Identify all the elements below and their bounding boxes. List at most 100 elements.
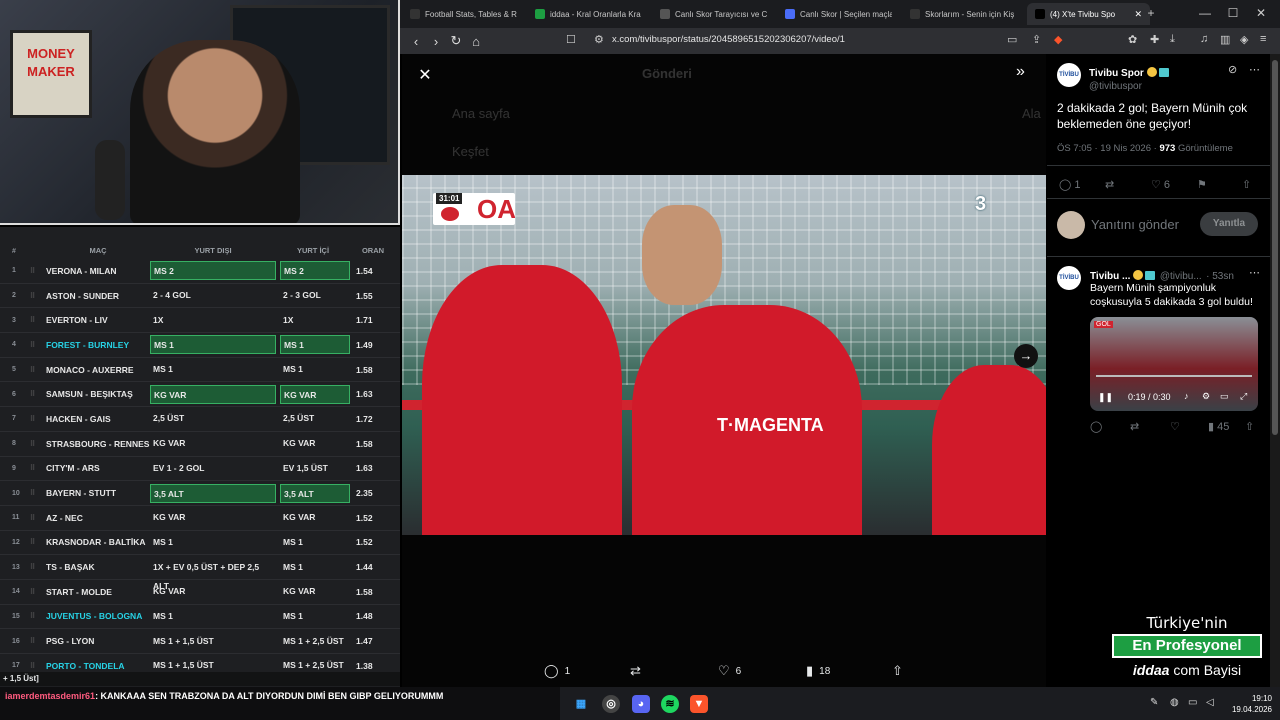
next-arrow-icon[interactable]: → xyxy=(1014,344,1038,368)
table-row[interactable]: 15 ⠿ JUVENTUS - BOLOGNA MS 1 MS 1 1.48 xyxy=(0,605,400,630)
table-row[interactable]: 6 ⠿ SAMSUN - BEŞIKTAŞ KG VAR KG VAR 1.63 xyxy=(0,382,400,408)
close-window-icon[interactable]: ✕ xyxy=(1252,6,1270,20)
drag-handle-icon[interactable]: ⠿ xyxy=(30,267,46,275)
yurt-disi-cell[interactable]: 3,5 ALT xyxy=(150,483,276,503)
tab-iddaa[interactable]: iddaa - Kral Oranlarla Kra xyxy=(527,3,650,25)
match-cell[interactable]: BAYERN - STUTT xyxy=(46,488,150,498)
yurt-disi-cell[interactable]: KG VAR xyxy=(150,582,276,601)
drag-handle-icon[interactable]: ⠿ xyxy=(30,464,46,472)
music-icon[interactable]: ♫ xyxy=(1200,33,1208,45)
match-cell[interactable]: KRASNODAR - BALTİKA xyxy=(46,537,150,547)
table-row[interactable]: 2 ⠿ ASTON - SUNDER 2 - 4 GOL 2 - 3 GOL 1.55 xyxy=(0,284,400,309)
site-info-icon[interactable]: ⚙ xyxy=(594,33,604,46)
yurt-disi-cell[interactable]: EV 1 - 2 GOL xyxy=(150,459,276,478)
match-cell[interactable]: JUVENTUS - BOLOGNA xyxy=(46,611,150,621)
drag-handle-icon[interactable]: ⠿ xyxy=(30,390,46,398)
pip-icon[interactable]: ▭ xyxy=(1220,391,1229,402)
yurt-disi-cell[interactable]: MS 1 xyxy=(150,533,276,552)
discord-icon[interactable]: ◕ xyxy=(632,695,650,713)
drag-handle-icon[interactable]: ⠿ xyxy=(30,514,46,522)
tweet-reply-button[interactable]: ◯ 1 xyxy=(1059,178,1081,191)
table-row[interactable]: 5 ⠿ MONACO - AUXERRE MS 1 MS 1 1.58 xyxy=(0,358,400,383)
drag-handle-icon[interactable]: ⠿ xyxy=(30,588,46,596)
yurt-disi-cell[interactable]: MS 1 + 1,5 ÜST xyxy=(150,632,276,651)
oran-cell[interactable]: 1.55 xyxy=(356,291,396,301)
drag-handle-icon[interactable]: ⠿ xyxy=(30,538,46,546)
menu-icon[interactable]: ≡ xyxy=(1260,33,1266,45)
tweet-repost-button[interactable]: ⇄ xyxy=(1105,178,1114,191)
like-action[interactable]: ♡ 6 xyxy=(718,663,741,679)
oran-cell[interactable]: 1.52 xyxy=(356,537,396,547)
tab-skorlarim[interactable]: Skorlarım - Senin için Kiş xyxy=(902,3,1025,25)
oran-cell[interactable]: 1.58 xyxy=(356,439,396,449)
yurt-ici-cell[interactable]: 3,5 ALT xyxy=(280,483,350,503)
tab-canli-skor[interactable]: Canlı Skor | Seçilen maçla xyxy=(777,3,900,25)
table-row[interactable]: 13 ⠿ TS - BAŞAK 1X + EV 0,5 ÜST + DEP 2,5 A… xyxy=(0,555,400,591)
yurt-disi-cell[interactable]: 2,5 ÜST xyxy=(150,409,276,428)
vpn-icon[interactable]: ◈ xyxy=(1240,33,1248,46)
oran-cell[interactable]: 1.71 xyxy=(356,315,396,325)
yurt-disi-cell[interactable]: 1X + EV 0,5 ÜST + DEP 2,5 ALT xyxy=(150,558,276,591)
match-cell[interactable]: STRASBOURG - RENNES xyxy=(46,439,150,449)
more-icon[interactable]: ⋯ xyxy=(1249,63,1260,76)
yurt-ici-cell[interactable]: 2 - 3 GOL xyxy=(280,286,350,305)
tweet-share-button[interactable]: ⇧ xyxy=(1242,178,1251,191)
views-action[interactable]: ▮ 18 xyxy=(806,663,830,679)
tweet-author[interactable]: Tivibu Spor @tivibuspor xyxy=(1089,63,1169,92)
reply2-repost-button[interactable]: ⇄ xyxy=(1130,420,1139,433)
tweet-like-button[interactable]: ♡ 6 xyxy=(1151,178,1170,191)
table-row[interactable]: 14 ⠿ START - MOLDE KG VAR KG VAR 1.58 xyxy=(0,580,400,605)
drag-handle-icon[interactable]: ⠿ xyxy=(30,292,46,300)
volume-icon[interactable]: ♪ xyxy=(1184,391,1189,401)
tivibu-avatar[interactable]: TİVİBU xyxy=(1057,63,1081,87)
reply2-share-button[interactable]: ⇧ xyxy=(1245,420,1254,433)
match-cell[interactable]: MONACO - AUXERRE xyxy=(46,365,150,375)
repost-action[interactable]: ⇄ xyxy=(630,663,641,679)
speaker-icon[interactable]: ◁ xyxy=(1206,697,1214,708)
table-row[interactable]: 16 ⠿ PSG - LYON MS 1 + 1,5 ÜST MS 1 + 2,5 ÜS… xyxy=(0,629,400,654)
yurt-ici-cell[interactable]: MS 1 xyxy=(280,607,350,626)
brave-shield-icon[interactable]: ◆ xyxy=(1054,33,1062,46)
download-icon[interactable]: ⤓ xyxy=(1170,33,1175,46)
oran-cell[interactable]: 1.72 xyxy=(356,414,396,424)
maximize-icon[interactable]: ☐ xyxy=(1224,6,1242,20)
collapse-panel-icon[interactable]: » xyxy=(1016,63,1025,81)
address-bar[interactable]: x.com/tivibuspor/status/2045896515202306… xyxy=(612,34,845,45)
reply-more-icon[interactable]: ⋯ xyxy=(1249,266,1260,279)
yurt-ici-cell[interactable]: KG VAR xyxy=(280,508,350,527)
panel-scroll-thumb[interactable] xyxy=(1272,60,1278,435)
reply-button[interactable]: Yanıtla xyxy=(1200,212,1258,236)
oran-cell[interactable]: 1.44 xyxy=(356,562,396,572)
reply-input[interactable]: Yanıtını gönder xyxy=(1091,217,1179,232)
yurt-disi-cell[interactable]: 2 - 4 GOL xyxy=(150,286,276,305)
table-row[interactable]: 11 ⠿ AZ - NEC KG VAR KG VAR 1.52 xyxy=(0,506,400,531)
yurt-disi-cell[interactable]: KG VAR xyxy=(150,508,276,527)
spotify-icon[interactable]: ≋ xyxy=(661,695,679,713)
reload-icon[interactable]: ↻ xyxy=(446,33,466,49)
back-icon[interactable]: ‹ xyxy=(406,34,426,49)
oran-cell[interactable]: 1.48 xyxy=(356,611,396,621)
match-cell[interactable]: SAMSUN - BEŞIKTAŞ xyxy=(46,389,150,399)
reply-author-avatar[interactable]: TİVİBU xyxy=(1057,266,1081,290)
table-row[interactable]: 10 ⠿ BAYERN - STUTT 3,5 ALT 3,5 ALT 2.35 xyxy=(0,481,400,506)
sidebar-icon[interactable]: ▥ xyxy=(1220,33,1230,46)
brave-icon[interactable]: ▼ xyxy=(690,695,708,713)
pause-icon[interactable]: ❚❚ xyxy=(1098,392,1113,403)
drag-handle-icon[interactable]: ⠿ xyxy=(30,662,46,670)
oran-cell[interactable]: 1.63 xyxy=(356,389,396,399)
bookmark-icon[interactable]: ☐ xyxy=(566,33,576,46)
chrome-icon[interactable]: ◎ xyxy=(602,695,620,713)
yurt-ici-cell[interactable]: 2,5 ÜST xyxy=(280,409,350,428)
match-cell[interactable]: FOREST - BURNLEY xyxy=(46,340,150,350)
yurt-ici-cell[interactable]: KG VAR xyxy=(280,582,350,601)
reply2-like-button[interactable]: ♡ xyxy=(1170,420,1180,433)
yurt-disi-cell[interactable]: KG VAR xyxy=(150,434,276,453)
home-icon[interactable]: ⌂ xyxy=(466,34,486,49)
windows-start-icon[interactable]: ▦ xyxy=(572,695,590,713)
reply-action[interactable]: ◯ 1 xyxy=(544,663,570,679)
match-cell[interactable]: TS - BAŞAK xyxy=(46,562,150,572)
close-tab-icon[interactable]: ✕ xyxy=(1134,9,1142,20)
drag-handle-icon[interactable]: ⠿ xyxy=(30,440,46,448)
match-cell[interactable]: EVERTON - LIV xyxy=(46,315,150,325)
mic-icon[interactable]: ◍ xyxy=(1170,697,1179,708)
